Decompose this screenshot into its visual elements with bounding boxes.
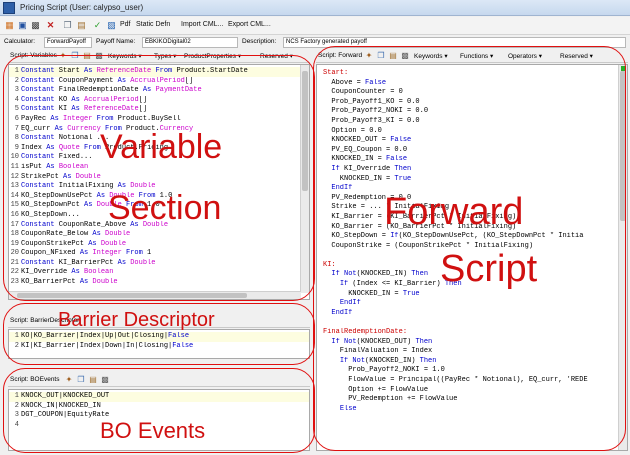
export-cml-button[interactable]: Export CML... <box>228 21 271 28</box>
save-as-icon[interactable]: ▩ <box>30 20 41 31</box>
validate-icon[interactable]: ✓ <box>92 20 103 31</box>
pdf-icon[interactable]: ▧ <box>106 20 117 31</box>
pdf-button[interactable]: Pdf <box>120 21 131 28</box>
variable-section-outline <box>3 55 315 301</box>
calculator-label: Calculator: <box>4 38 36 45</box>
forward-annotation-line2: Script <box>440 248 538 290</box>
pricing-script-window: Pricing Script (User: calypso_user) ▦ ▣ … <box>0 0 630 455</box>
paste-icon[interactable]: ▤ <box>76 20 87 31</box>
variable-annotation-line1: Variable <box>100 128 223 166</box>
events-annotation: BO Events <box>100 418 206 443</box>
barrier-annotation: Barrier Descriptor <box>58 309 215 331</box>
payoff-name-label: Payoff Name: <box>96 38 136 45</box>
forward-annotation-line1: Forward <box>384 191 524 233</box>
import-cml-button[interactable]: Import CML... <box>181 21 223 28</box>
save-icon[interactable]: ▣ <box>17 20 28 31</box>
description-label: Description: <box>242 38 277 45</box>
copy-icon[interactable]: ❐ <box>62 20 73 31</box>
close-icon[interactable]: ✕ <box>45 20 56 31</box>
window-title: Pricing Script (User: calypso_user) <box>20 3 144 12</box>
variable-annotation-line2: Section <box>108 189 222 227</box>
calculator-field[interactable]: ForwardPayoff <box>44 37 92 48</box>
title-bar: Pricing Script (User: calypso_user) <box>0 0 630 16</box>
toolbar: ▦ ▣ ▩ ✕ ❐ ▤ ✓ ▧ Pdf Static Defn Import C… <box>0 17 630 35</box>
open-icon[interactable]: ▦ <box>4 20 15 31</box>
static-defn-button[interactable]: Static Defn <box>136 21 170 28</box>
app-icon <box>3 2 15 14</box>
payoff-name-field[interactable]: EBKIKODigital02 <box>142 37 238 48</box>
